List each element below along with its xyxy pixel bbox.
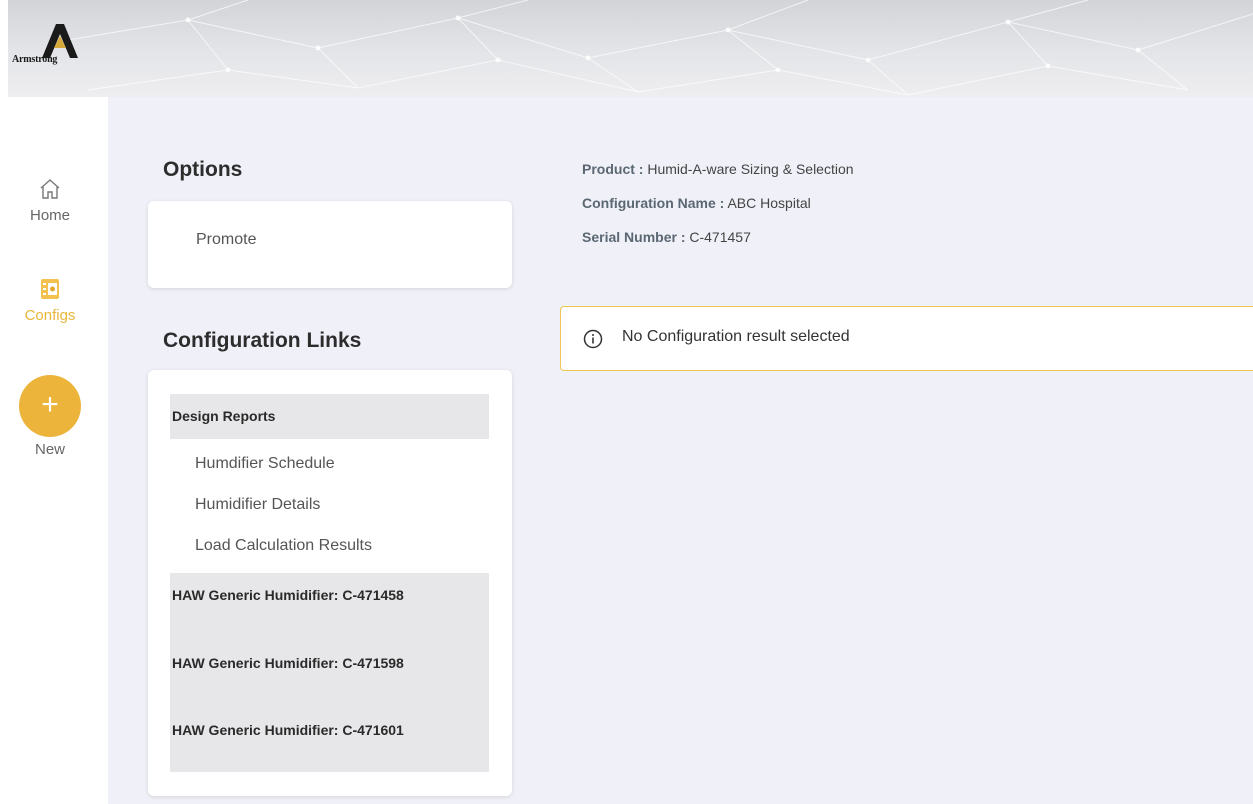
sidebar-item-configs[interactable]: Configs	[0, 277, 100, 324]
load-calculation-results-link[interactable]: Load Calculation Results	[195, 537, 372, 555]
configuration-links-title: Configuration Links	[163, 329, 362, 352]
configuration-name-label: Configuration Name :	[582, 195, 725, 211]
serial-number-value: C-471457	[689, 229, 751, 245]
configuration-name-value: ABC Hospital	[727, 195, 811, 211]
generic-humidifier-item[interactable]: HAW Generic Humidifier: C-471601	[172, 721, 417, 739]
sidebar: Home Configs + New	[0, 97, 108, 804]
options-card: Promote	[148, 201, 512, 288]
logo-text: Armstrong	[12, 54, 58, 65]
humidifier-details-link[interactable]: Humidifier Details	[195, 496, 320, 514]
promote-link[interactable]: Promote	[196, 231, 256, 249]
serial-number-label: Serial Number :	[582, 229, 686, 245]
sidebar-item-label: Configs	[24, 307, 76, 324]
info-icon	[583, 329, 603, 349]
serial-number-info: Serial Number : C-471457	[582, 229, 751, 245]
config-icon	[41, 279, 59, 299]
configuration-links-card: Design Reports Humdifier Schedule Humidi…	[148, 370, 512, 796]
design-reports-header[interactable]: Design Reports	[170, 394, 489, 439]
no-result-alert: No Configuration result selected	[560, 306, 1253, 371]
product-label: Product :	[582, 161, 644, 177]
sidebar-item-home[interactable]: Home	[0, 177, 100, 224]
generic-humidifier-item[interactable]: HAW Generic Humidifier: C-471598	[172, 654, 417, 672]
generic-humidifier-list: HAW Generic Humidifier: C-471458 HAW Gen…	[170, 573, 489, 772]
options-title: Options	[163, 158, 243, 181]
sidebar-item-label: New	[34, 441, 65, 458]
sidebar-item-label: Home	[29, 207, 70, 224]
product-value: Humid-A-ware Sizing & Selection	[647, 161, 854, 177]
humidifier-schedule-link[interactable]: Humdifier Schedule	[195, 455, 335, 473]
generic-humidifier-item[interactable]: HAW Generic Humidifier: C-471458	[172, 586, 417, 604]
alert-message: No Configuration result selected	[622, 328, 850, 345]
home-icon	[40, 179, 60, 199]
product-info: Product : Humid-A-ware Sizing & Selectio…	[582, 161, 854, 177]
main-content: Options Promote Configuration Links Desi…	[108, 97, 1253, 804]
configuration-name-info: Configuration Name : ABC Hospital	[582, 195, 811, 211]
app-header: Armstrong	[8, 0, 1253, 97]
plus-icon[interactable]: +	[19, 375, 81, 437]
header-network-pattern	[67, 0, 1253, 96]
sidebar-item-new[interactable]: + New	[0, 375, 100, 458]
